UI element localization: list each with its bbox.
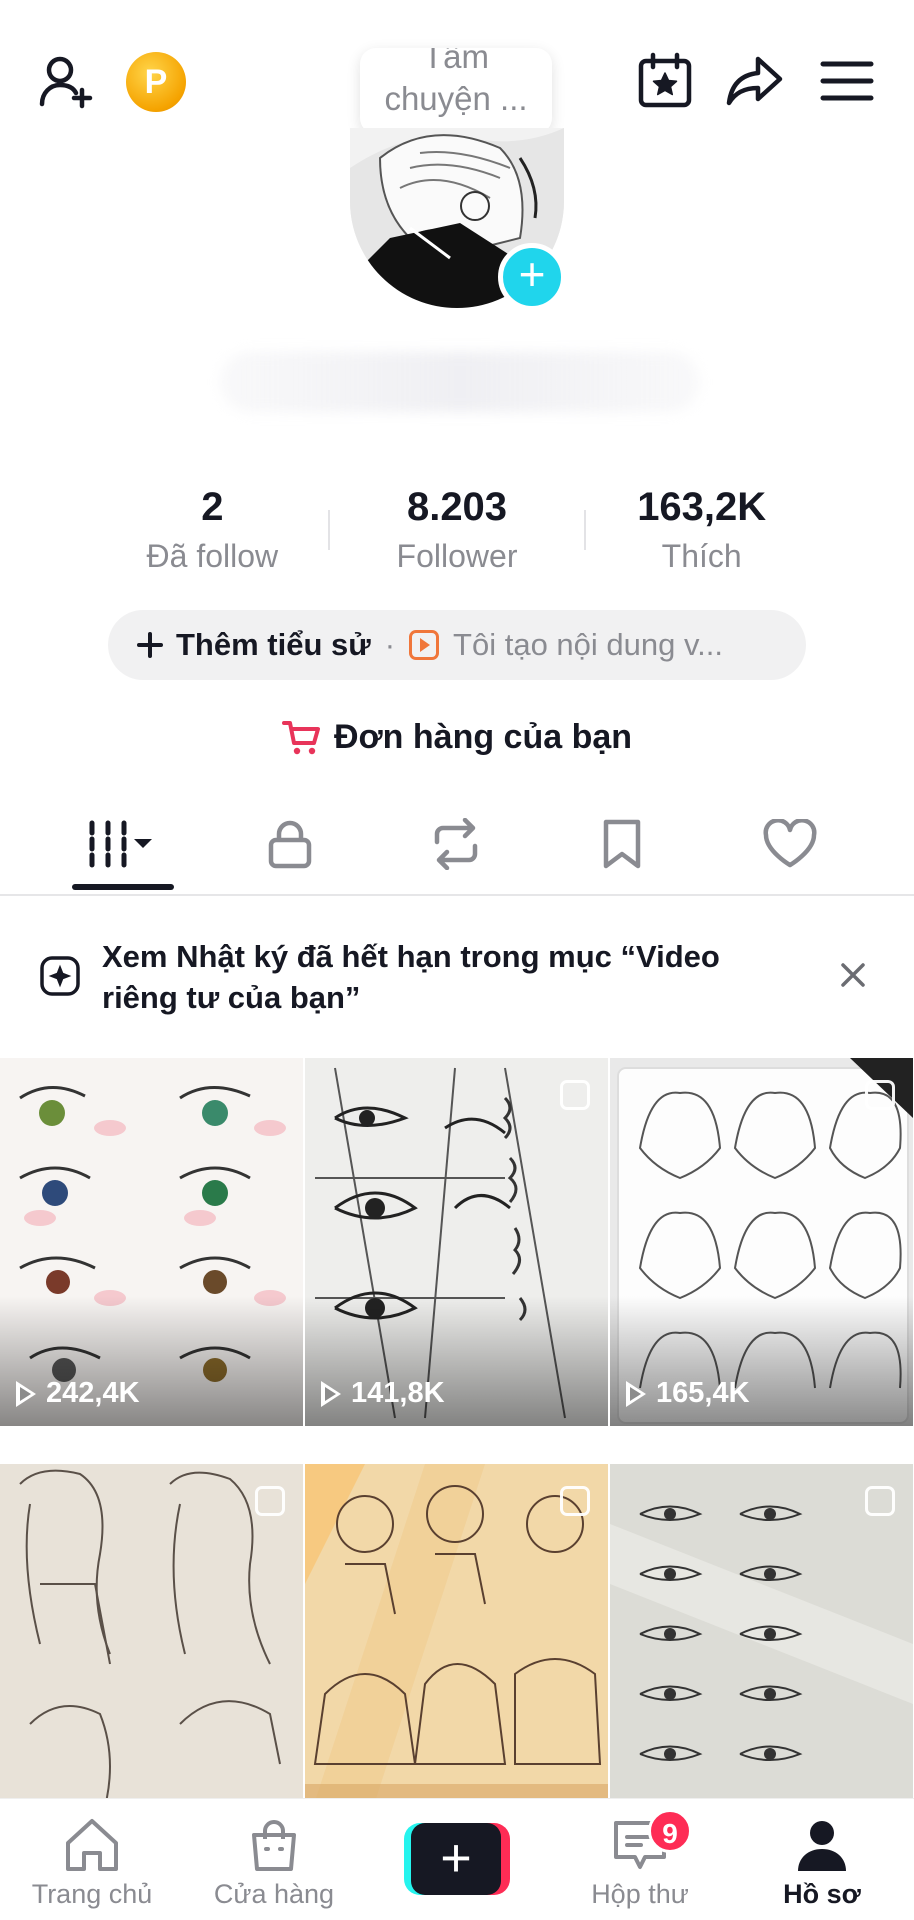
blurred-username bbox=[220, 352, 700, 412]
creator-category-label: Tôi tạo nội dung v... bbox=[453, 627, 724, 662]
bio-pill: Thêm tiểu sử · Tôi tạo nội dung v... bbox=[108, 610, 806, 680]
plus-icon: + bbox=[411, 1823, 501, 1895]
your-orders-label: Đơn hàng của bạn bbox=[333, 717, 633, 756]
profile-note[interactable]: Tâm chuyện ... bbox=[360, 48, 552, 134]
calendar-star-icon[interactable] bbox=[630, 46, 700, 116]
add-bio-label: Thêm tiểu sử bbox=[176, 627, 371, 662]
add-avatar-story-button[interactable]: + bbox=[498, 243, 566, 311]
video-thumbnail[interactable] bbox=[0, 1464, 303, 1798]
stat-divider bbox=[328, 510, 330, 550]
plus-icon bbox=[137, 632, 163, 658]
view-count-text: 165,4K bbox=[656, 1377, 750, 1409]
avatar-container[interactable]: + bbox=[350, 128, 566, 311]
nav-profile[interactable]: Hồ sơ bbox=[732, 1799, 912, 1920]
heart-icon bbox=[763, 819, 817, 868]
stat-divider bbox=[584, 510, 586, 550]
following-label: Đã follow bbox=[146, 538, 279, 574]
share-icon[interactable] bbox=[720, 46, 790, 116]
profile-stats: 2 Đã follow 8.203 Follower 163,2K Thích bbox=[90, 480, 824, 590]
tab-saved[interactable] bbox=[562, 800, 682, 888]
active-tab-indicator bbox=[72, 884, 174, 890]
shopping-bag-icon bbox=[252, 1820, 296, 1871]
followers-label: Follower bbox=[396, 538, 518, 574]
bottom-nav: Trang chủ Cửa hàng + Hộp thư 9 Hồ sơ bbox=[0, 1798, 914, 1920]
tab-private[interactable] bbox=[230, 800, 350, 888]
nav-home-label: Trang chủ bbox=[31, 1879, 153, 1909]
tab-reposts[interactable] bbox=[396, 800, 516, 888]
multi-image-icon bbox=[255, 1486, 285, 1516]
likes-count: 163,2K bbox=[637, 485, 767, 529]
videos-grid-icon bbox=[89, 820, 152, 868]
stat-following[interactable]: 2 Đã follow bbox=[90, 480, 335, 590]
play-icon bbox=[626, 1380, 646, 1407]
video-thumbnail[interactable]: 141,8K bbox=[305, 1058, 608, 1426]
nav-inbox[interactable]: Hộp thư bbox=[550, 1799, 730, 1920]
profile-icon bbox=[798, 1821, 846, 1871]
expired-diary-banner[interactable]: Xem Nhật ký đã hết hạn trong mục “Video … bbox=[0, 898, 914, 1048]
nav-profile-label: Hồ sơ bbox=[783, 1879, 861, 1909]
bookmark-icon bbox=[603, 819, 641, 869]
bio-separator: · bbox=[384, 627, 396, 662]
lock-icon bbox=[268, 820, 312, 869]
creator-category-button[interactable]: Tôi tạo nội dung v... bbox=[409, 627, 723, 663]
menu-icon[interactable] bbox=[810, 46, 884, 116]
play-icon bbox=[16, 1380, 36, 1407]
coin-icon[interactable]: P bbox=[126, 52, 186, 112]
video-creator-icon bbox=[409, 630, 440, 660]
add-friend-icon[interactable] bbox=[30, 44, 106, 120]
close-icon[interactable] bbox=[838, 960, 868, 990]
repost-icon bbox=[434, 818, 478, 870]
video-thumbnail[interactable]: 165,4K bbox=[610, 1058, 913, 1426]
stat-likes[interactable]: 163,2K Thích bbox=[579, 480, 824, 590]
inbox-badge: 9 bbox=[648, 1809, 692, 1853]
view-count: 141,8K bbox=[321, 1377, 445, 1410]
note-line-1: Tâm bbox=[423, 48, 489, 75]
note-line-2: chuyện ... bbox=[384, 80, 528, 117]
play-icon bbox=[321, 1380, 341, 1407]
your-orders-link[interactable]: Đơn hàng của bạn bbox=[0, 712, 914, 762]
video-thumbnail[interactable]: 242,4K bbox=[0, 1058, 303, 1426]
following-count: 2 bbox=[201, 485, 224, 529]
view-count-text: 141,8K bbox=[351, 1377, 445, 1409]
nav-shop-label: Cửa hàng bbox=[213, 1879, 335, 1909]
multi-image-icon bbox=[560, 1486, 590, 1516]
nav-home[interactable]: Trang chủ bbox=[2, 1799, 182, 1920]
add-bio-button[interactable]: Thêm tiểu sử bbox=[136, 627, 371, 663]
nav-shop[interactable]: Cửa hàng bbox=[184, 1799, 364, 1920]
diary-sparkle-icon bbox=[40, 956, 80, 996]
video-thumbnail[interactable] bbox=[610, 1464, 913, 1798]
profile-tabs bbox=[0, 800, 914, 896]
view-count: 242,4K bbox=[16, 1377, 140, 1410]
cart-icon bbox=[281, 721, 320, 755]
view-count-text: 242,4K bbox=[46, 1377, 140, 1409]
multi-image-icon bbox=[865, 1080, 895, 1110]
likes-label: Thích bbox=[661, 538, 742, 574]
create-button[interactable]: + bbox=[404, 1823, 510, 1895]
followers-count: 8.203 bbox=[406, 485, 508, 529]
video-grid: 242,4K 141,8K 165,4K bbox=[0, 1058, 914, 1798]
banner-text: Xem Nhật ký đã hết hạn trong mục “Video … bbox=[102, 939, 720, 1015]
tab-videos[interactable] bbox=[62, 800, 182, 888]
multi-image-icon bbox=[865, 1486, 895, 1516]
multi-image-icon bbox=[560, 1080, 590, 1110]
home-icon bbox=[66, 1819, 118, 1871]
view-count: 165,4K bbox=[626, 1377, 750, 1410]
stat-followers[interactable]: 8.203 Follower bbox=[335, 480, 580, 590]
nav-inbox-label: Hộp thư bbox=[591, 1879, 689, 1909]
video-thumbnail[interactable] bbox=[305, 1464, 608, 1798]
tab-liked[interactable] bbox=[730, 800, 850, 888]
